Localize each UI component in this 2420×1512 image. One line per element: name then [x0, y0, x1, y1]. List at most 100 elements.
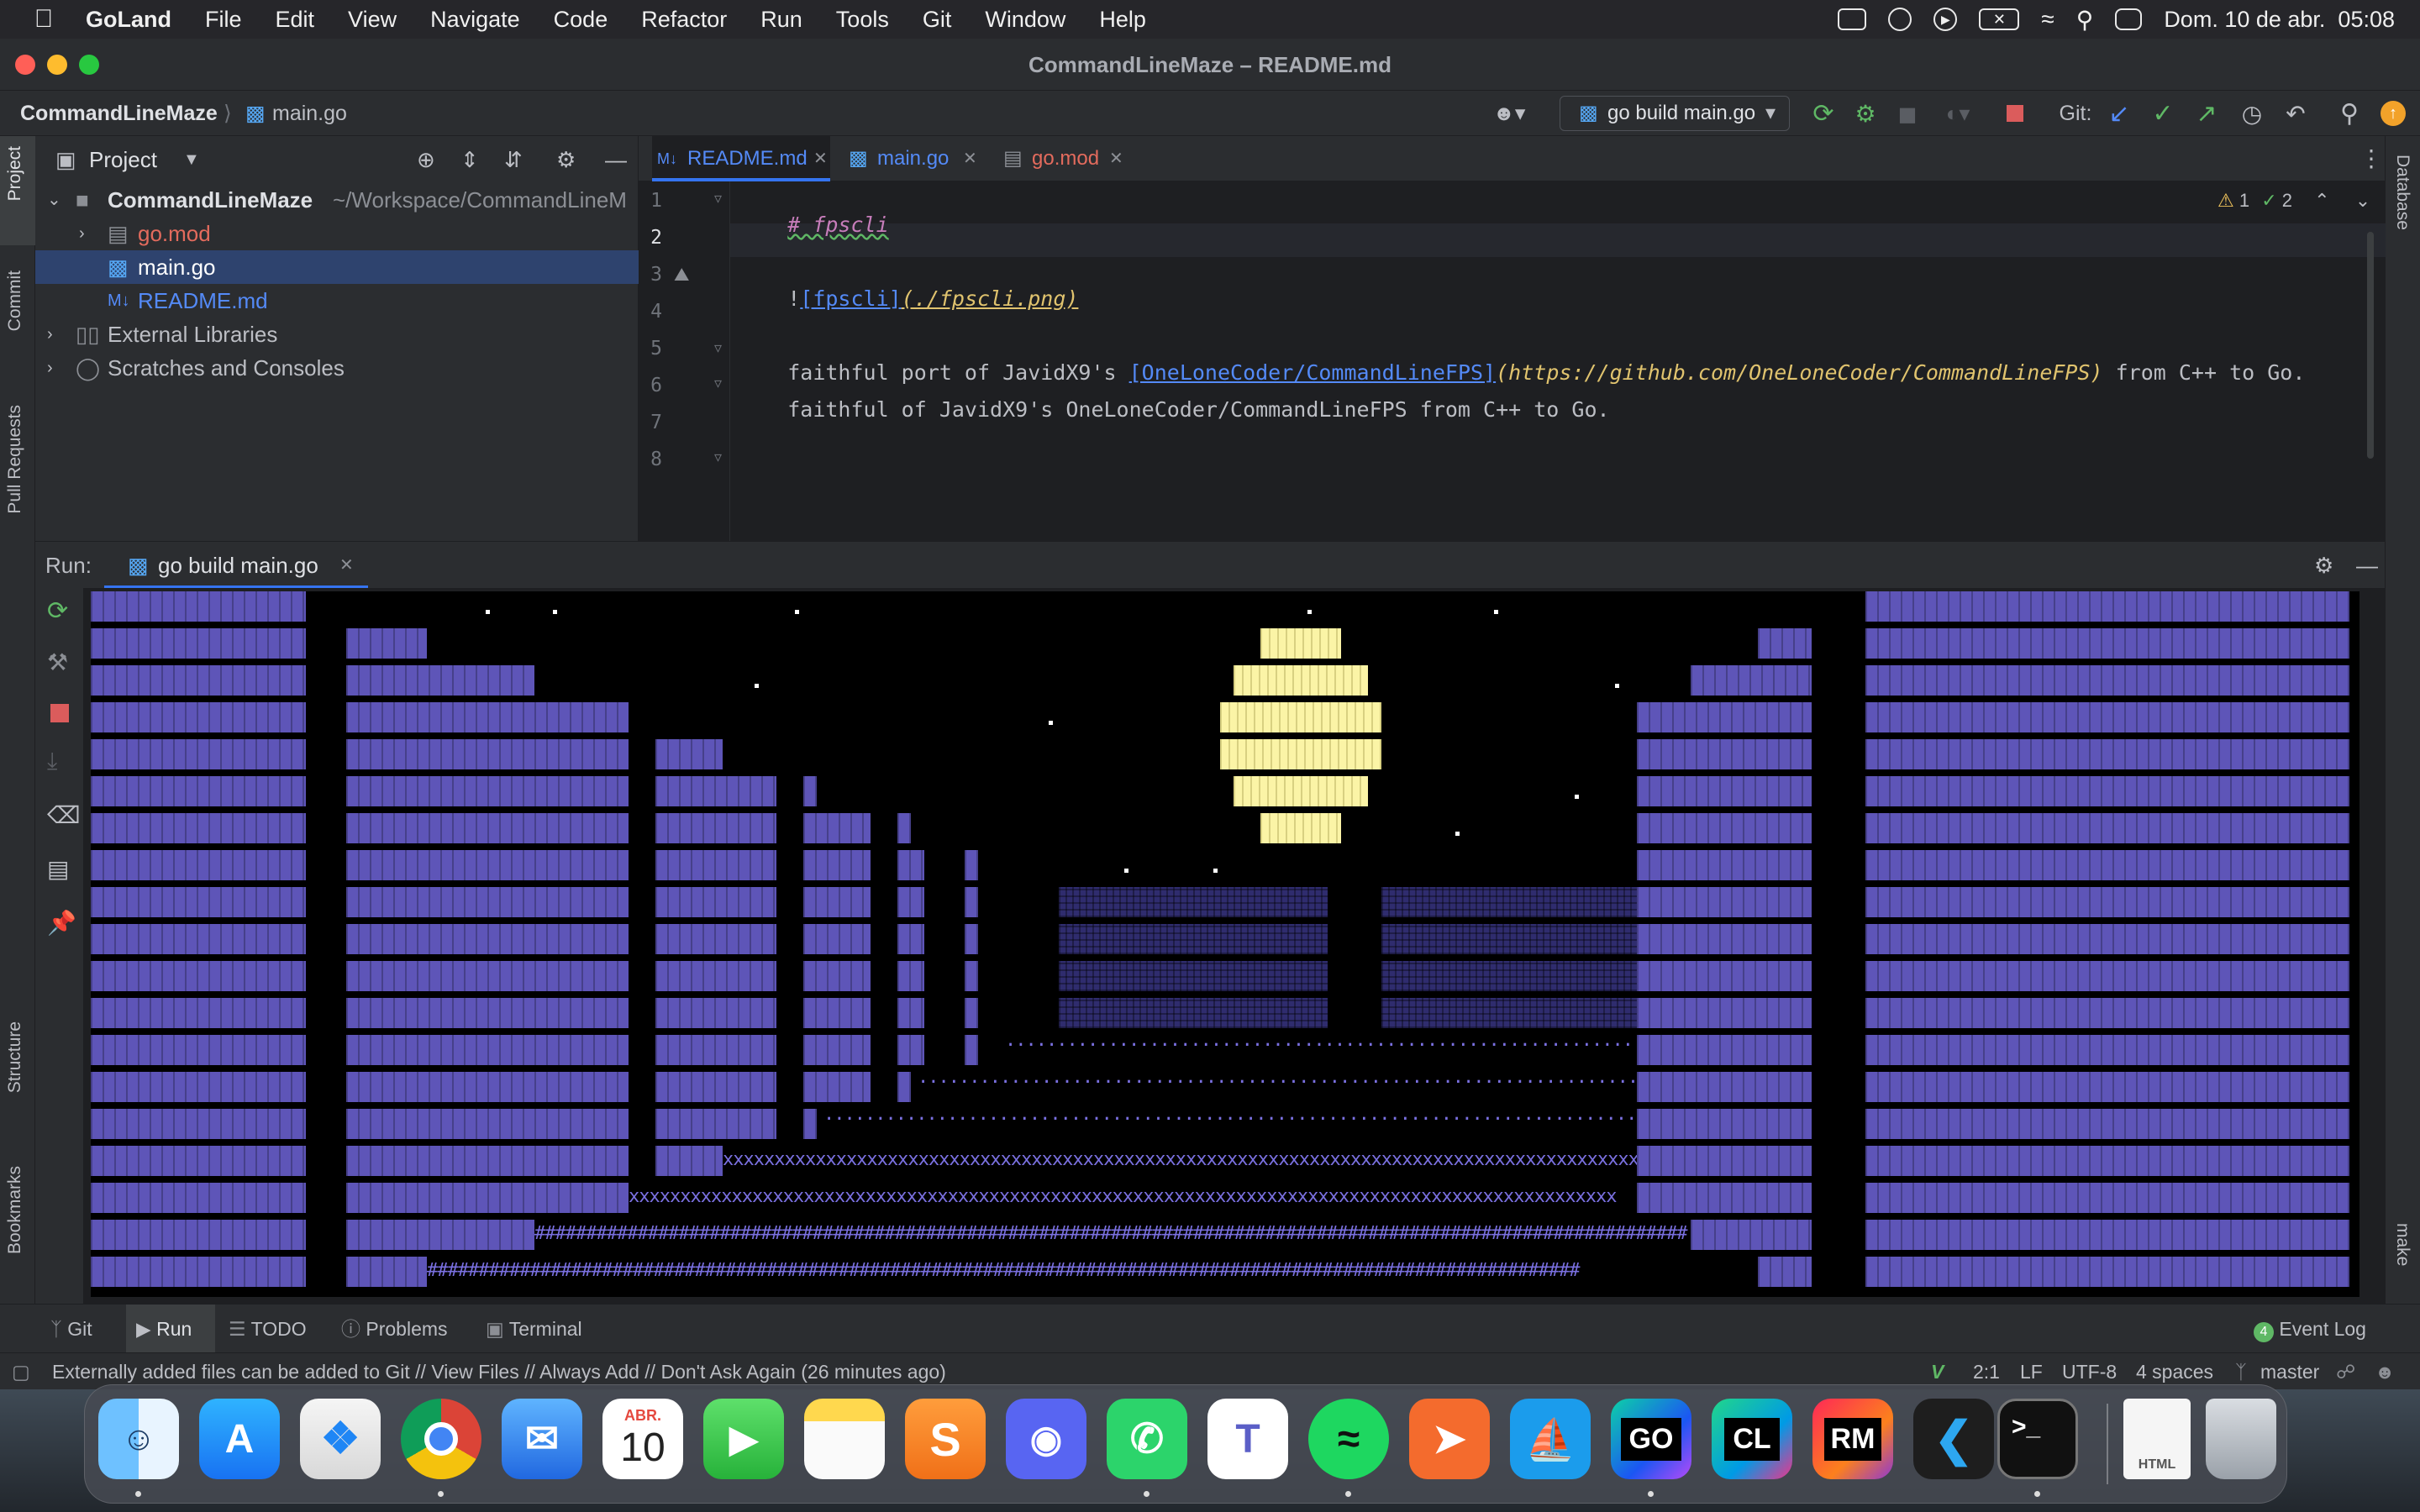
- code-editor[interactable]: # fpscli ![fpscli](./fpscli.png) faithfu…: [729, 181, 2386, 541]
- goland-icon[interactable]: GO: [1611, 1399, 1691, 1479]
- safari-icon[interactable]: ❖: [300, 1399, 381, 1479]
- rollback-icon[interactable]: ↶: [2279, 97, 2312, 129]
- tool-tab-pull-requests[interactable]: Pull Requests: [5, 405, 25, 514]
- whatsapp-icon[interactable]: ✆: [1107, 1399, 1187, 1479]
- mail-icon[interactable]: ✉: [502, 1399, 582, 1479]
- more-options-icon[interactable]: ⋮: [2360, 136, 2383, 181]
- editor-scrollbar[interactable]: [2367, 232, 2374, 459]
- menu-run[interactable]: Run: [744, 7, 819, 33]
- run-configuration-select[interactable]: ▩ go build main.go ▾: [1560, 96, 1790, 131]
- gear-icon[interactable]: ⚙: [556, 136, 576, 183]
- menu-navigate[interactable]: Navigate: [413, 7, 537, 33]
- lock-icon[interactable]: ☍: [2336, 1353, 2355, 1390]
- user-profile-icon[interactable]: ☻▾: [1484, 97, 1534, 129]
- close-box-icon[interactable]: ✕: [1979, 8, 2020, 30]
- clock[interactable]: Dom. 10 de abr. 05:08: [2164, 7, 2395, 33]
- vscode-icon[interactable]: ❮: [1913, 1399, 1994, 1479]
- menu-file[interactable]: File: [188, 7, 259, 33]
- tool-tab-project[interactable]: Project: [5, 146, 25, 201]
- minimize-icon[interactable]: —: [605, 136, 627, 183]
- tab-go-mod[interactable]: ▤ go.mod ✕: [1002, 136, 1144, 181]
- profile-icon[interactable]: ◐▾: [1933, 97, 1983, 129]
- inspection-widget[interactable]: ⚠ 1 ✓ 2 ⌃ ⌄: [2217, 190, 2370, 212]
- chevron-down-icon[interactable]: ▼: [183, 136, 200, 183]
- previous-highlight-icon[interactable]: ⌃: [2314, 190, 2329, 211]
- chevron-right-icon[interactable]: ›: [47, 318, 53, 351]
- calendar-icon[interactable]: ABR. 10: [602, 1399, 683, 1479]
- finder-icon[interactable]: ☺: [98, 1399, 179, 1479]
- minimize-icon[interactable]: —: [2356, 542, 2378, 589]
- menu-window[interactable]: Window: [968, 7, 1082, 33]
- chevron-right-icon[interactable]: ›: [47, 351, 53, 385]
- stop-icon[interactable]: [50, 704, 69, 722]
- collapse-all-icon[interactable]: ⇵: [504, 136, 523, 183]
- tool-tab-problems[interactable]: ⓘ Problems: [341, 1305, 448, 1353]
- menu-app[interactable]: GoLand: [69, 7, 188, 33]
- git-branch[interactable]: master: [2260, 1353, 2319, 1390]
- control-center-icon[interactable]: [2115, 8, 2143, 30]
- menu-code[interactable]: Code: [537, 7, 625, 33]
- updates-icon[interactable]: ↑: [2378, 97, 2408, 129]
- git-commit-icon[interactable]: ✓: [2146, 97, 2180, 129]
- git-update-icon[interactable]: ↙: [2102, 97, 2136, 129]
- tab-main-go[interactable]: ▩ main.go ✕: [847, 136, 990, 181]
- fold-icon[interactable]: ▿: [714, 449, 722, 466]
- menu-git[interactable]: Git: [906, 7, 969, 33]
- stop-icon[interactable]: [1998, 97, 2032, 129]
- rubymine-icon[interactable]: RM: [1812, 1399, 1893, 1479]
- close-icon[interactable]: ✕: [339, 542, 354, 589]
- coverage-icon[interactable]: ◼: [1891, 97, 1924, 129]
- facetime-icon[interactable]: ▶: [703, 1399, 784, 1479]
- project-panel-title[interactable]: Project: [89, 136, 157, 183]
- layout-icon[interactable]: ▤: [47, 855, 69, 883]
- pin-icon[interactable]: 📌: [47, 909, 76, 937]
- trash-icon[interactable]: ⌫: [47, 801, 81, 829]
- git-push-icon[interactable]: ↗: [2190, 97, 2223, 129]
- tool-tab-make[interactable]: make: [2392, 1223, 2412, 1266]
- tree-item-main-go[interactable]: ▩ main.go: [35, 250, 639, 284]
- tool-tab-database[interactable]: Database: [2392, 155, 2412, 230]
- panel-toggle-icon[interactable]: ▢: [12, 1353, 30, 1390]
- notes-icon[interactable]: [804, 1399, 885, 1479]
- expand-all-icon[interactable]: ⇕: [460, 136, 479, 183]
- history-icon[interactable]: ◷: [2235, 97, 2269, 129]
- discord-icon[interactable]: ◉: [1006, 1399, 1086, 1479]
- tree-item-scratches[interactable]: › ◯ Scratches and Consoles: [35, 351, 639, 385]
- menu-refactor[interactable]: Refactor: [624, 7, 744, 33]
- breadcrumb-project[interactable]: CommandLineMaze: [20, 91, 218, 136]
- fold-icon[interactable]: ▿: [714, 339, 722, 357]
- apple-icon[interactable]: : [18, 5, 69, 34]
- inspector-icon[interactable]: ☻: [2375, 1353, 2395, 1390]
- terminal-app-icon[interactable]: >_: [1997, 1399, 2078, 1479]
- fold-icon[interactable]: ▿: [714, 375, 722, 392]
- gear-icon[interactable]: ⚙: [2314, 542, 2333, 589]
- html-file-icon[interactable]: HTML: [2123, 1399, 2191, 1479]
- tool-tab-commit[interactable]: Commit: [5, 270, 25, 331]
- menu-view[interactable]: View: [331, 7, 413, 33]
- docker-icon[interactable]: ⛵: [1510, 1399, 1591, 1479]
- close-icon[interactable]: ✕: [963, 136, 977, 181]
- scroll-to-end-icon[interactable]: ⤓: [47, 748, 57, 775]
- rerun-icon[interactable]: ⟳: [47, 596, 68, 626]
- run-tab[interactable]: ▩ go build main.go ✕: [104, 542, 368, 589]
- app-store-icon[interactable]: A: [199, 1399, 280, 1479]
- tool-tab-git[interactable]: ᛉ Git: [50, 1305, 92, 1353]
- teams-icon[interactable]: T: [1207, 1399, 1288, 1479]
- tool-tab-run[interactable]: ▶ Run: [126, 1305, 215, 1353]
- wifi-icon[interactable]: ≈: [2041, 6, 2054, 33]
- tree-item-external-libraries[interactable]: › ▯▯ External Libraries: [35, 318, 639, 351]
- locate-icon[interactable]: ⊕: [417, 136, 435, 183]
- tab-readme[interactable]: M↓ README.md ✕: [652, 136, 830, 181]
- chevron-down-icon[interactable]: ⌄: [47, 183, 61, 217]
- chrome-icon[interactable]: [401, 1399, 481, 1479]
- user-icon[interactable]: [1888, 8, 1912, 31]
- rerun-icon[interactable]: ⟳: [1807, 97, 1840, 129]
- sublime-icon[interactable]: S: [905, 1399, 986, 1479]
- clion-icon[interactable]: CL: [1712, 1399, 1792, 1479]
- play-icon[interactable]: ▶: [1933, 8, 1958, 31]
- wrench-icon[interactable]: ⚒: [47, 648, 68, 676]
- run-console[interactable]: ........................................…: [84, 588, 2385, 1304]
- next-highlight-icon[interactable]: ⌄: [2355, 190, 2370, 211]
- close-icon[interactable]: ✕: [813, 136, 828, 181]
- tool-tab-terminal[interactable]: ▣ Terminal: [486, 1305, 582, 1353]
